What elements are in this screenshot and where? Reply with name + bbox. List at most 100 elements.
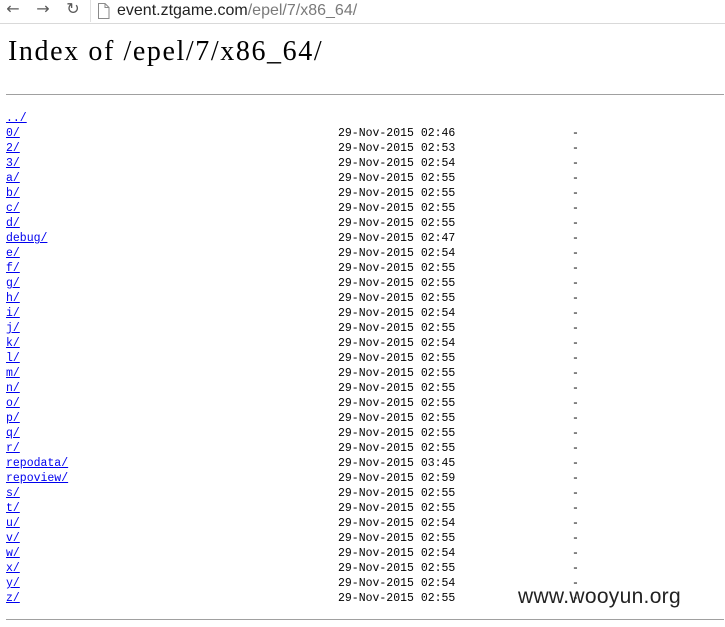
directory-listing: ../ 0/29-Nov-2015 02:46-2/29-Nov-2015 02… [6, 111, 606, 606]
entry-size: - [572, 262, 579, 275]
entry-size: - [572, 277, 579, 290]
reload-icon[interactable]: ↻ [61, 0, 85, 20]
page-title: Index of /epel/7/x86_64/ [8, 36, 324, 67]
entry-link[interactable]: p/ [6, 411, 20, 426]
listing-row: debug/29-Nov-2015 02:47 - [6, 231, 606, 246]
listing-row: r/29-Nov-2015 02:55 - [6, 441, 606, 456]
listing-row: y/29-Nov-2015 02:54- [6, 576, 606, 591]
entry-date: 29-Nov-2015 02:54 [338, 337, 456, 350]
entry-size: - [572, 352, 579, 365]
entry-link[interactable]: u/ [6, 516, 20, 531]
entry-link[interactable]: repoview/ [6, 471, 68, 486]
entry-link[interactable]: t/ [6, 501, 20, 516]
entry-link[interactable]: r/ [6, 441, 20, 456]
entry-date: 29-Nov-2015 02:53 [338, 142, 456, 155]
entry-link[interactable]: debug/ [6, 231, 47, 246]
entry-date: 29-Nov-2015 02:47 [338, 232, 456, 245]
listing-row: a/29-Nov-2015 02:55 - [6, 171, 606, 186]
entry-link[interactable]: m/ [6, 366, 20, 381]
listing-row: 0/29-Nov-2015 02:46 - [6, 126, 606, 141]
back-arrow-icon[interactable]: ← [1, 0, 25, 20]
entry-size: - [572, 307, 579, 320]
entry-size: - [572, 142, 579, 155]
entry-date: 29-Nov-2015 02:54 [338, 307, 456, 320]
entry-date: 29-Nov-2015 02:55 [338, 592, 456, 605]
listing-row: w/29-Nov-2015 02:54 - [6, 546, 606, 561]
listing-row: g/29-Nov-2015 02:55 - [6, 276, 606, 291]
listing-row: b/29-Nov-2015 02:55 - [6, 186, 606, 201]
entry-date: 29-Nov-2015 02:55 [338, 367, 456, 380]
entry-link[interactable]: q/ [6, 426, 20, 441]
entry-date: 29-Nov-2015 02:55 [338, 562, 456, 575]
entry-link[interactable]: o/ [6, 396, 20, 411]
entry-link[interactable]: c/ [6, 201, 20, 216]
entry-link[interactable]: 2/ [6, 141, 20, 156]
entry-size: - [572, 562, 579, 575]
listing-row: v/29-Nov-2015 02:55 - [6, 531, 606, 546]
listing-row: f/29-Nov-2015 02:55 - [6, 261, 606, 276]
entry-date: 29-Nov-2015 02:55 [338, 277, 456, 290]
listing-row: x/29-Nov-2015 02:55 - [6, 561, 606, 576]
entry-size: - [572, 457, 579, 470]
entry-link[interactable]: s/ [6, 486, 20, 501]
listing-row: d/29-Nov-2015 02:55 - [6, 216, 606, 231]
listing-row: o/29-Nov-2015 02:55 - [6, 396, 606, 411]
parent-directory-link[interactable]: ../ [6, 111, 27, 126]
entry-date: 29-Nov-2015 02:54 [338, 517, 456, 530]
entry-size: - [572, 217, 579, 230]
entry-link[interactable]: j/ [6, 321, 20, 336]
entry-date: 29-Nov-2015 02:55 [338, 292, 456, 305]
entry-link[interactable]: y/ [6, 576, 20, 591]
entry-link[interactable]: a/ [6, 171, 20, 186]
entry-size: - [572, 532, 579, 545]
entry-date: 29-Nov-2015 02:55 [338, 187, 456, 200]
entry-size: - [572, 157, 579, 170]
entry-list: 0/29-Nov-2015 02:46 - 2/29-Nov-2015 02:53 -… [6, 126, 606, 606]
entry-link[interactable]: i/ [6, 306, 20, 321]
divider-top [6, 94, 724, 95]
entry-date: 29-Nov-2015 02:54 [338, 247, 456, 260]
entry-link[interactable]: h/ [6, 291, 20, 306]
browser-toolbar: ← → ↻ event.ztgame.com/epel/7/x86_64/ [0, 0, 725, 24]
entry-date: 29-Nov-2015 02:55 [338, 202, 456, 215]
entry-link[interactable]: d/ [6, 216, 20, 231]
entry-link[interactable]: repodata/ [6, 456, 68, 471]
forward-arrow-icon[interactable]: → [31, 0, 55, 20]
entry-link[interactable]: g/ [6, 276, 20, 291]
entry-date: 29-Nov-2015 02:59 [338, 472, 456, 485]
entry-size: - [572, 547, 579, 560]
entry-date: 29-Nov-2015 02:55 [338, 322, 456, 335]
url-host: event.ztgame.com [117, 2, 248, 19]
divider-bottom [6, 619, 724, 620]
entry-size: - [572, 247, 579, 260]
listing-row: n/29-Nov-2015 02:55 - [6, 381, 606, 396]
entry-link[interactable]: k/ [6, 336, 20, 351]
entry-link[interactable]: f/ [6, 261, 20, 276]
entry-link[interactable]: b/ [6, 186, 20, 201]
entry-size: - [572, 487, 579, 500]
entry-link[interactable]: n/ [6, 381, 20, 396]
url-text[interactable]: event.ztgame.com/epel/7/x86_64/ [117, 2, 357, 20]
listing-row: repodata/29-Nov-2015 03:45 - [6, 456, 606, 471]
listing-row: s/29-Nov-2015 02:55 - [6, 486, 606, 501]
entry-link[interactable]: 3/ [6, 156, 20, 171]
listing-row: j/29-Nov-2015 02:55 - [6, 321, 606, 336]
entry-link[interactable]: x/ [6, 561, 20, 576]
entry-link[interactable]: v/ [6, 531, 20, 546]
entry-date: 29-Nov-2015 02:55 [338, 532, 456, 545]
entry-date: 29-Nov-2015 02:55 [338, 217, 456, 230]
entry-link[interactable]: z/ [6, 591, 20, 606]
entry-date: 29-Nov-2015 02:55 [338, 412, 456, 425]
entry-size: - [572, 442, 579, 455]
entry-link[interactable]: w/ [6, 546, 20, 561]
entry-size: - [572, 517, 579, 530]
entry-link[interactable]: l/ [6, 351, 20, 366]
entry-link[interactable]: e/ [6, 246, 20, 261]
listing-row: c/29-Nov-2015 02:55 - [6, 201, 606, 216]
listing-row: t/29-Nov-2015 02:55 - [6, 501, 606, 516]
address-bar[interactable]: event.ztgame.com/epel/7/x86_64/ [90, 0, 725, 22]
listing-row: u/29-Nov-2015 02:54 - [6, 516, 606, 531]
entry-date: 29-Nov-2015 02:55 [338, 352, 456, 365]
entry-link[interactable]: 0/ [6, 126, 20, 141]
entry-date: 29-Nov-2015 02:55 [338, 172, 456, 185]
